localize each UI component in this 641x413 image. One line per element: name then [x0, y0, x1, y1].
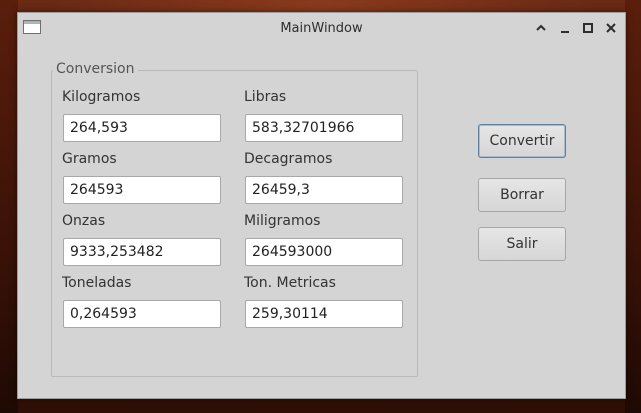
convertir-button[interactable]: Convertir: [478, 124, 566, 158]
borrar-button[interactable]: Borrar: [478, 178, 566, 212]
desktop-background-right: [625, 0, 641, 413]
ton-metricas-input[interactable]: 259,30114: [245, 300, 403, 328]
minimize-icon[interactable]: [557, 20, 573, 36]
salir-button[interactable]: Salir: [478, 227, 566, 261]
decagramos-input[interactable]: 26459,3: [245, 176, 403, 204]
ton-metricas-label: Ton. Metricas: [244, 275, 336, 291]
libras-input[interactable]: 583,32701966: [245, 114, 403, 142]
gramos-label: Gramos: [62, 151, 117, 167]
kilogramos-input[interactable]: 264,593: [63, 114, 221, 142]
desktop-background-left: [0, 0, 18, 413]
toneladas-label: Toneladas: [62, 275, 132, 291]
miligramos-input[interactable]: 264593000: [245, 238, 403, 266]
decagramos-label: Decagramos: [244, 151, 333, 167]
onzas-input[interactable]: 9333,253482: [63, 238, 221, 266]
maximize-icon[interactable]: [580, 20, 596, 36]
toneladas-input[interactable]: 0,264593: [63, 300, 221, 328]
kilogramos-label: Kilogramos: [62, 89, 141, 105]
main-window: MainWindow Conversion Kilogramos 264,593…: [17, 12, 626, 399]
libras-label: Libras: [244, 89, 287, 105]
groupbox-title: Conversion: [53, 61, 138, 77]
close-icon[interactable]: [603, 20, 619, 36]
titlebar[interactable]: MainWindow: [18, 13, 625, 44]
chevron-up-icon[interactable]: [533, 20, 549, 36]
gramos-input[interactable]: 264593: [63, 176, 221, 204]
onzas-label: Onzas: [62, 213, 106, 229]
miligramos-label: Miligramos: [244, 213, 321, 229]
